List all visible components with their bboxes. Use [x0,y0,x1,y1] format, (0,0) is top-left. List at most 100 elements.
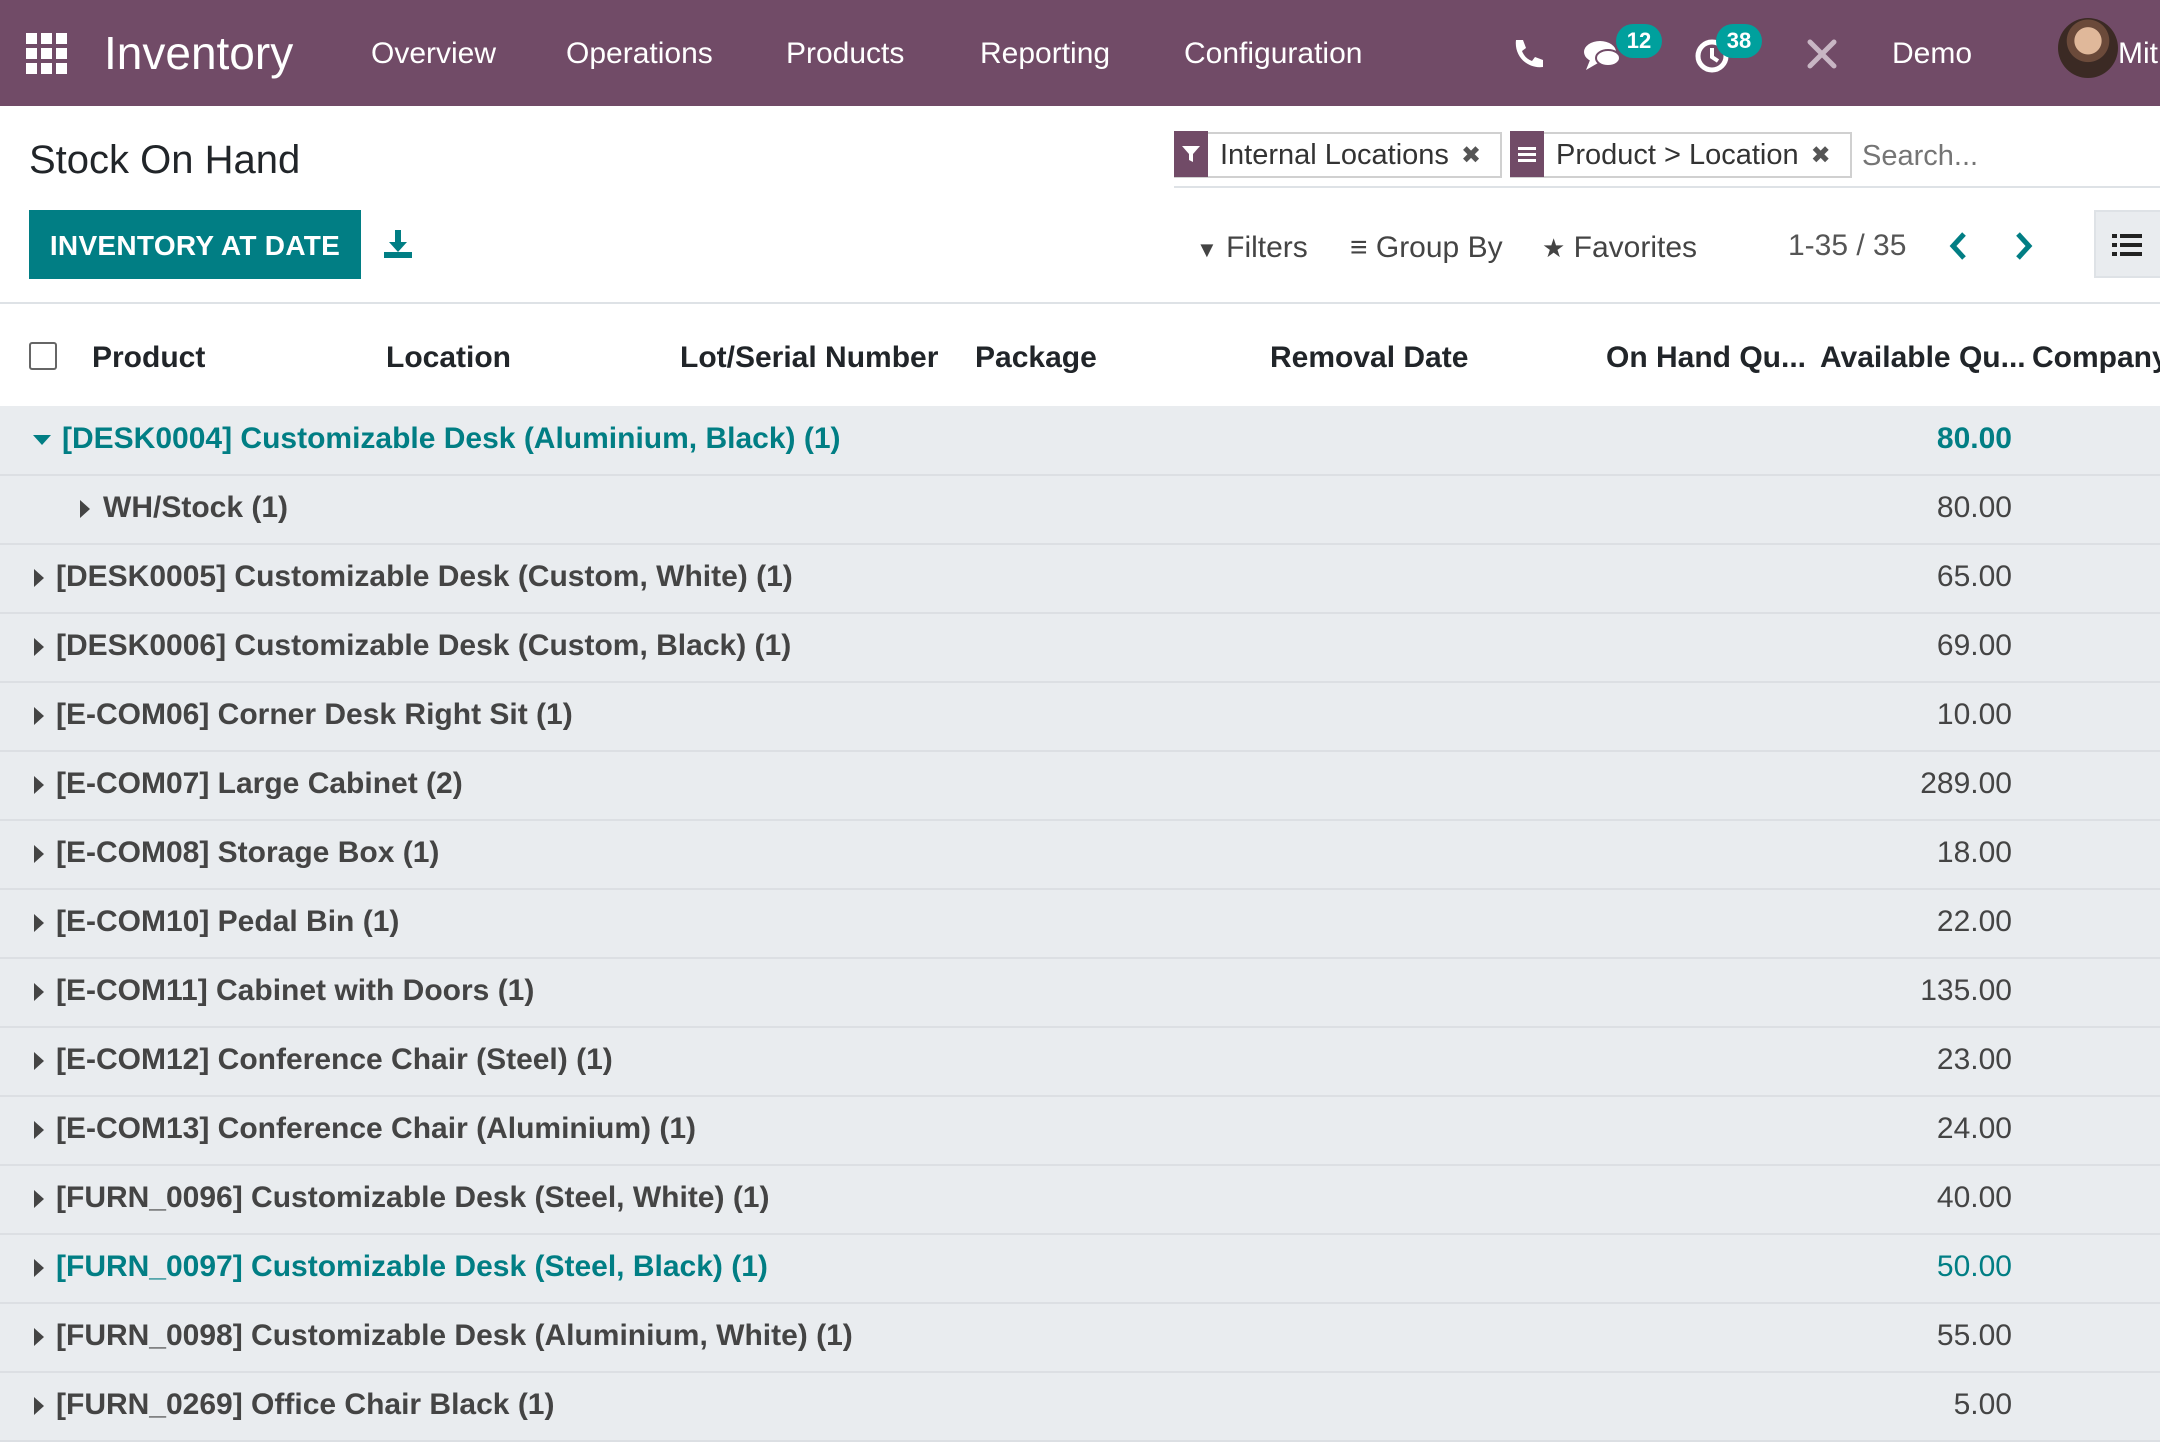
pager-value[interactable]: 1-35 / 35 [1788,226,1906,266]
facet-remove-icon[interactable]: ✖ [1811,141,1841,170]
filters-dropdown[interactable]: ▼ Filters [1196,228,1308,270]
group-label: [E-COM13] Conference Chair (Aluminium) (… [56,1112,697,1145]
column-product[interactable]: Product [92,338,205,378]
column-location[interactable]: Location [386,338,511,378]
caret-right-icon [80,500,90,518]
facet-remove-icon[interactable]: ✖ [1461,141,1491,170]
app-name[interactable]: Inventory [104,24,293,82]
group-label: [DESK0006] Customizable Desk (Custom, Bl… [56,629,792,662]
filters-label: Filters [1226,231,1308,264]
facet-group-by[interactable]: Product > Location ✖ [1510,131,1852,178]
caret-right-icon [34,1397,44,1415]
caret-right-icon [34,638,44,656]
caret-right-icon [34,707,44,725]
column-on-hand-quantity[interactable]: On Hand Qu... [1606,338,1806,378]
group-label: [E-COM11] Cabinet with Doors (1) [56,974,535,1007]
group-row[interactable]: [E-COM06] Corner Desk Right Sit (1) 10.0… [0,682,2160,752]
group-row[interactable]: WH/Stock (1) 80.00 [0,475,2160,545]
group-row[interactable]: [E-COM11] Cabinet with Doors (1) 135.00 [0,958,2160,1028]
favorites-dropdown[interactable]: ★ Favorites [1542,228,1697,268]
menu-operations[interactable]: Operations [566,34,713,74]
facet-internal-locations[interactable]: Internal Locations ✖ [1174,131,1502,178]
tools-icon[interactable] [1798,30,1846,78]
search-underline [1174,186,2160,188]
group-quantity: 40.00 [1936,1181,2012,1214]
group-quantity: 10.00 [1936,698,2012,731]
group-label: [FURN_0096] Customizable Desk (Steel, Wh… [56,1181,770,1214]
messages-badge: 12 [1616,24,1662,58]
group-quantity: 22.00 [1936,905,2012,938]
list-view-button[interactable] [2094,210,2160,278]
group-row[interactable]: [E-COM12] Conference Chair (Steel) (1) 2… [0,1027,2160,1097]
group-by-dropdown[interactable]: ≡ Group By [1350,228,1503,268]
favorites-label: Favorites [1573,231,1698,264]
group-quantity: 135.00 [1920,974,2012,1007]
column-available-quantity[interactable]: Available Qu... [1820,338,2026,378]
group-label: [FURN_0269] Office Chair Black (1) [56,1388,555,1421]
group-label: [E-COM08] Storage Box (1) [56,836,440,869]
group-row[interactable]: [E-COM08] Storage Box (1) 18.00 [0,820,2160,890]
group-quantity: 65.00 [1936,560,2012,593]
group-quantity: 69.00 [1936,629,2012,662]
list-icon [2112,234,2142,256]
group-quantity: 289.00 [1920,767,2012,800]
group-row[interactable]: [E-COM13] Conference Chair (Aluminium) (… [0,1096,2160,1166]
group-label: [E-COM10] Pedal Bin (1) [56,905,400,938]
user-name[interactable]: Mit [2118,34,2158,74]
caret-right-icon [34,1328,44,1346]
group-row[interactable]: [FURN_0097] Customizable Desk (Steel, Bl… [0,1234,2160,1304]
caret-right-icon [34,983,44,1001]
caret-right-icon [34,1190,44,1208]
menu-configuration[interactable]: Configuration [1184,34,1362,74]
facet-label: Product > Location [1556,138,1799,171]
group-row[interactable]: [FURN_0269] Office Chair Black (1) 5.00 [0,1372,2160,1442]
chevron-left-icon[interactable] [1944,226,1974,266]
user-avatar[interactable] [2058,18,2118,78]
column-package[interactable]: Package [975,338,1097,378]
star-icon: ★ [1542,233,1566,263]
column-company[interactable]: Company [2032,338,2160,378]
caret-right-icon [34,1121,44,1139]
group-row[interactable]: [E-COM10] Pedal Bin (1) 22.00 [0,889,2160,959]
column-removal-date[interactable]: Removal Date [1270,338,1468,378]
group-quantity: 80.00 [1936,422,2012,455]
group-quantity: 50.00 [1936,1250,2012,1283]
search-input[interactable] [1860,132,2160,180]
menu-reporting[interactable]: Reporting [980,34,1110,74]
chevron-right-icon[interactable] [2008,226,2038,266]
group-quantity: 24.00 [1936,1112,2012,1145]
group-quantity: 5.00 [1953,1388,2012,1421]
menu-products[interactable]: Products [786,34,904,74]
caret-right-icon [34,914,44,932]
group-label: [E-COM07] Large Cabinet (2) [56,767,463,800]
page-title: Stock On Hand [29,138,301,182]
group-quantity: 80.00 [1936,491,2012,524]
group-by-icon [1510,131,1544,177]
group-row[interactable]: [DESK0006] Customizable Desk (Custom, Bl… [0,613,2160,683]
column-lot-serial[interactable]: Lot/Serial Number [680,338,938,378]
table-header: Product Location Lot/Serial Number Packa… [0,304,2160,406]
facet-label: Internal Locations [1220,138,1449,171]
phone-icon[interactable] [1502,30,1550,78]
inventory-at-date-button[interactable]: INVENTORY AT DATE [29,210,361,279]
group-quantity: 18.00 [1936,836,2012,869]
group-label: [FURN_0098] Customizable Desk (Aluminium… [56,1319,853,1352]
group-quantity: 55.00 [1936,1319,2012,1352]
group-label: [FURN_0097] Customizable Desk (Steel, Bl… [56,1250,768,1283]
group-row[interactable]: [E-COM07] Large Cabinet (2) 289.00 [0,751,2160,821]
company-switcher[interactable]: Demo [1892,34,1972,74]
select-all-checkbox[interactable] [29,342,57,370]
group-row[interactable]: [FURN_0098] Customizable Desk (Aluminium… [0,1303,2160,1373]
download-icon[interactable] [382,228,414,260]
group-label: [DESK0005] Customizable Desk (Custom, Wh… [56,560,793,593]
apps-grid-icon[interactable] [26,33,68,75]
group-row[interactable]: [FURN_0096] Customizable Desk (Steel, Wh… [0,1165,2160,1235]
caret-right-icon [34,845,44,863]
caret-down-icon [33,435,51,445]
caret-right-icon [34,776,44,794]
menu-overview[interactable]: Overview [371,34,496,74]
group-row[interactable]: [DESK0004] Customizable Desk (Aluminium,… [0,406,2160,476]
caret-right-icon [34,1259,44,1277]
group-by-label: Group By [1375,231,1503,264]
group-row[interactable]: [DESK0005] Customizable Desk (Custom, Wh… [0,544,2160,614]
